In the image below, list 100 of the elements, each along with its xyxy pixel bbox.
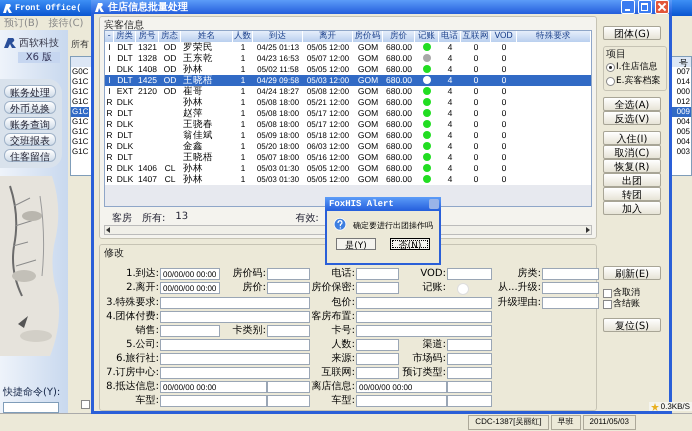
column-header[interactable]: VOD bbox=[491, 31, 517, 42]
column-header[interactable]: 姓名 bbox=[181, 31, 233, 42]
table-cell[interactable]: 012 bbox=[672, 97, 691, 107]
table-cell: DLK bbox=[116, 64, 134, 74]
table-row[interactable]: R DLT 翁佳斌 1 05/09 18:00 05/18 12:00 GOM 680.00 4 0 0 bbox=[105, 130, 591, 141]
room-count: 13 bbox=[175, 211, 190, 224]
field-label: 房类: bbox=[516, 268, 542, 280]
table-row[interactable]: R DLK 金鑫 1 05/20 18:00 06/03 12:00 GOM 680.00 4 0 0 bbox=[105, 141, 591, 152]
action-button[interactable]: 入住(I) bbox=[603, 131, 661, 145]
table-cell[interactable]: 004 bbox=[672, 137, 691, 147]
column-header[interactable]: 房价 bbox=[383, 31, 415, 42]
table-cell[interactable]: 003 bbox=[672, 147, 691, 157]
table-cell: 0 bbox=[474, 141, 478, 151]
table-cell: 04/29 09:58 bbox=[256, 76, 300, 85]
input-field[interactable]: 00/00/00 00:00 bbox=[160, 282, 220, 294]
action-button[interactable]: 恢复(R) bbox=[603, 159, 661, 173]
table-cell[interactable]: G1C bbox=[71, 147, 89, 157]
column-header[interactable]: 记账 bbox=[415, 31, 439, 42]
table-cell[interactable]: G1C bbox=[71, 97, 89, 107]
action-button[interactable]: 团体(G) bbox=[603, 26, 661, 40]
column-header[interactable]: 离开 bbox=[303, 31, 353, 42]
radio-option[interactable]: I.住店信息 bbox=[606, 62, 658, 73]
table-cell[interactable]: G1C bbox=[71, 137, 89, 147]
table-cell: 4 bbox=[448, 53, 452, 63]
table-cell[interactable]: G1C bbox=[71, 107, 89, 117]
table-row[interactable]: R DLK 孙林 1 05/08 18:00 05/21 12:00 GOM 680.00 4 0 0 bbox=[105, 97, 591, 108]
nav-button[interactable]: 交班报表 bbox=[4, 133, 56, 146]
table-cell: 05/05 12:00 bbox=[306, 43, 350, 52]
table-row[interactable]: I DLT 1328 OD 王东乾 1 04/23 16:53 05/07 12:00 GOM 680.00 4 0 0 bbox=[105, 53, 591, 64]
table-cell: 0 bbox=[474, 119, 478, 129]
table-row[interactable]: I EXT 2120 OD 崔哥 1 04/24 18:27 05/08 12:00 GOM 680.00 4 0 0 bbox=[105, 86, 591, 97]
table-row[interactable]: I DLK 1408 OD 孙林 1 05/02 11:58 05/05 12:00 GOM 680.00 4 0 0 bbox=[105, 64, 591, 75]
table-cell: 王东乾 bbox=[183, 53, 213, 64]
table-cell: 4 bbox=[448, 86, 452, 96]
network-speed: 0.3KB/S bbox=[660, 402, 690, 411]
checkbox-option[interactable]: 含取消 bbox=[603, 288, 661, 299]
input-field[interactable]: 00/00/00 00:00 bbox=[356, 381, 447, 393]
action-button[interactable]: 刷新(E) bbox=[603, 266, 661, 280]
table-row[interactable]: R DLT 王晓梧 1 05/07 18:00 05/16 12:00 GOM 680.00 4 0 0 bbox=[105, 152, 591, 163]
nav-button[interactable]: 账务查询 bbox=[4, 117, 56, 130]
action-button[interactable]: 反选(V) bbox=[603, 111, 661, 125]
table-row[interactable]: R DLK 1406 CL 孙林 1 05/03 01:30 05/05 12:00 GOM 680.00 4 0 0 bbox=[105, 163, 591, 174]
dialog-button[interactable]: 是(Y) bbox=[336, 238, 376, 250]
input-field[interactable]: 00/00/00 00:00 bbox=[160, 381, 267, 393]
column-header[interactable]: 互联网 bbox=[461, 31, 491, 42]
table-cell: 0 bbox=[502, 119, 506, 129]
column-header[interactable]: 人数 bbox=[233, 31, 253, 42]
group-title: 项目 bbox=[606, 48, 627, 59]
column-header[interactable]: 特殊要求 bbox=[517, 31, 591, 42]
table-cell: 罗荣民 bbox=[183, 42, 213, 53]
table-cell[interactable]: 005 bbox=[672, 127, 691, 137]
table-cell[interactable]: 000 bbox=[672, 87, 691, 97]
table-cell: 05/08 18:00 bbox=[256, 120, 300, 129]
checkbox-option[interactable]: 含结账 bbox=[603, 299, 661, 310]
table-cell: 1 bbox=[240, 130, 246, 140]
table-cell: DLT bbox=[117, 42, 133, 52]
table-cell: 06/03 12:00 bbox=[306, 142, 350, 151]
table-row[interactable]: R DLT 赵萍 1 05/08 18:00 05/17 12:00 GOM 680.00 4 0 0 bbox=[105, 108, 591, 119]
column-header[interactable]: 电话 bbox=[439, 31, 461, 42]
radio-option[interactable]: E.宾客档案 bbox=[606, 76, 661, 87]
column-header[interactable]: 房号 bbox=[136, 31, 159, 42]
table-cell[interactable]: G0C bbox=[71, 67, 89, 77]
table-cell[interactable]: 014 bbox=[672, 77, 691, 87]
nav-button[interactable]: 外币兑换 bbox=[4, 101, 56, 114]
table-row[interactable]: R DLK 1407 CL 孙林 1 05/03 01:30 05/05 12:00 GOM 680.00 4 0 0 bbox=[105, 174, 591, 185]
column-header[interactable]: 房态 bbox=[159, 31, 181, 42]
table-row[interactable]: I DLT 1321 OD 罗荣民 1 04/25 01:13 05/05 12:00 GOM 680.00 4 0 0 bbox=[105, 42, 591, 53]
status-field: 早班 bbox=[550, 415, 581, 430]
column-header[interactable]: 到达 bbox=[253, 31, 303, 42]
table-cell: DLK bbox=[116, 141, 134, 151]
table-cell: 680.00 bbox=[386, 97, 412, 107]
table-cell: 05/08 18:00 bbox=[256, 98, 300, 107]
table-cell[interactable]: G1C bbox=[71, 77, 89, 87]
table-cell: 1 bbox=[240, 86, 246, 96]
action-button[interactable]: 取消(C) bbox=[603, 145, 661, 159]
table-row[interactable]: R DLK 王骁春 1 05/08 18:00 05/17 12:00 GOM 680.00 4 0 0 bbox=[105, 119, 591, 130]
field-label: 卡号: bbox=[330, 325, 356, 337]
table-cell[interactable]: G1C bbox=[71, 87, 89, 97]
nav-button[interactable]: 账务处理 bbox=[4, 85, 56, 98]
action-button[interactable]: 全选(A) bbox=[603, 97, 661, 111]
column-header[interactable]: 房价码 bbox=[353, 31, 383, 42]
table-row[interactable]: I DLT 1425 OD 王晓梧 1 04/29 09:58 05/03 12:00 GOM 680.00 4 0 0 bbox=[105, 75, 591, 86]
action-button[interactable]: 复位(S) bbox=[603, 318, 661, 332]
field-label: 预订类型: bbox=[402, 367, 447, 379]
table-cell[interactable]: G1C bbox=[71, 117, 89, 127]
input-field[interactable]: 00/00/00 00:00 bbox=[160, 268, 220, 280]
nav-button[interactable]: 住客留信 bbox=[4, 149, 56, 162]
column-header[interactable]: - bbox=[105, 31, 114, 42]
action-button[interactable]: 加入 bbox=[603, 201, 661, 215]
table-cell: 05/09 18:00 bbox=[256, 131, 300, 140]
action-button[interactable]: 转团 bbox=[603, 187, 661, 201]
table-cell[interactable]: 009 bbox=[672, 107, 691, 117]
table-cell[interactable]: 007 bbox=[672, 67, 691, 77]
window-title: 住店信息批量处理 bbox=[108, 0, 189, 14]
table-cell[interactable]: 004 bbox=[672, 117, 691, 127]
action-button[interactable]: 出团 bbox=[603, 173, 661, 187]
table-cell: R bbox=[106, 108, 113, 118]
table-cell[interactable]: G1C bbox=[71, 127, 89, 137]
column-header[interactable]: 房类 bbox=[114, 31, 136, 42]
field-label: 包价: bbox=[330, 297, 356, 309]
